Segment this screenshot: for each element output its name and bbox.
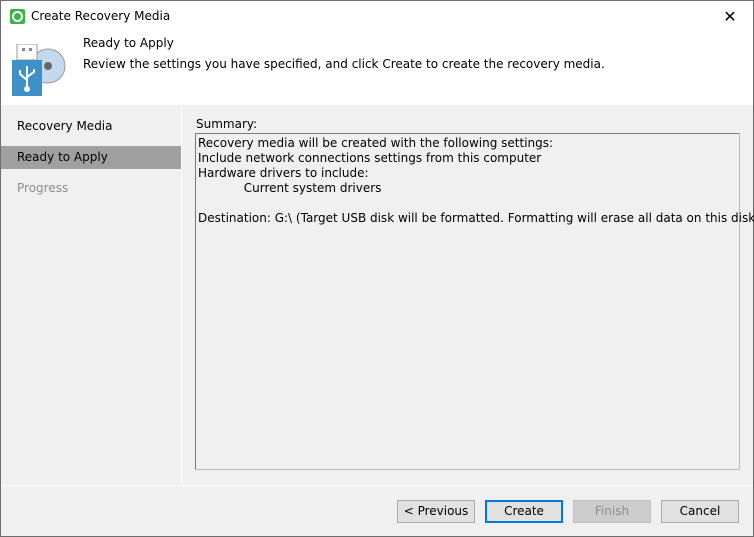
wizard-steps: Recovery Media Ready to Apply Progress (1, 106, 181, 484)
finish-button: Finish (573, 500, 651, 523)
summary-textbox[interactable]: Recovery media will be created with the … (195, 133, 754, 470)
wizard-header: Ready to Apply Review the settings you h… (1, 32, 753, 105)
footer-divider (1, 485, 753, 486)
step-progress: Progress (17, 181, 69, 195)
close-icon[interactable]: ✕ (707, 1, 753, 32)
cancel-button[interactable]: Cancel (661, 500, 739, 523)
step-ready-to-apply[interactable]: Ready to Apply (1, 146, 181, 169)
create-button[interactable]: Create (485, 500, 563, 523)
summary-label: Summary: (196, 117, 258, 131)
window-title: Create Recovery Media (31, 9, 171, 23)
step-title: Ready to Apply (83, 36, 174, 50)
previous-button[interactable]: < Previous (397, 500, 475, 523)
app-logo-icon (10, 9, 25, 24)
divider (181, 106, 182, 484)
wizard-window: Create Recovery Media ✕ Ready to Apply R… (0, 0, 754, 537)
step-description: Review the settings you have specified, … (83, 57, 605, 71)
title-bar: Create Recovery Media ✕ (1, 1, 753, 32)
step-recovery-media[interactable]: Recovery Media (1, 115, 181, 138)
usb-recovery-media-icon (12, 44, 66, 96)
